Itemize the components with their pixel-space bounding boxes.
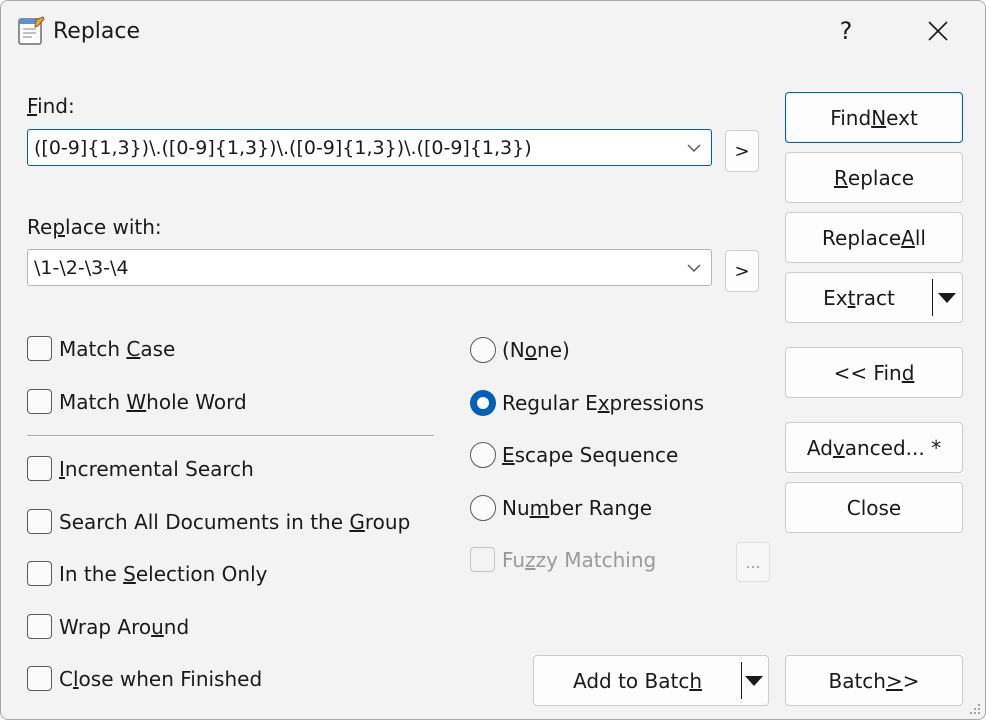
mode-escape-label: Escape Sequence xyxy=(502,443,679,467)
replace-dialog: Replace ? Find: > Replace with: > Find N… xyxy=(0,0,986,720)
radio-circle[interactable] xyxy=(470,337,496,363)
checkbox-box xyxy=(470,547,495,572)
mode-escape-radio[interactable]: Escape Sequence xyxy=(470,442,678,468)
match-whole-word-label: Match Whole Word xyxy=(59,389,247,414)
checkbox-box[interactable] xyxy=(27,561,52,586)
mode-number-range-radio[interactable]: Number Range xyxy=(470,495,652,521)
selection-only-label: In the Selection Only xyxy=(59,561,268,586)
mode-regex-label: Regular Expressions xyxy=(502,391,705,415)
extract-button[interactable]: Ex t ract xyxy=(786,273,932,322)
close-icon xyxy=(928,21,948,41)
help-button[interactable]: ? xyxy=(823,9,869,53)
checkbox-box[interactable] xyxy=(27,509,52,534)
radio-circle[interactable] xyxy=(470,442,496,468)
incremental-search-label: Incremental Search xyxy=(59,456,254,481)
match-case-label: Match Case xyxy=(59,336,176,361)
wrap-around-checkbox[interactable]: Wrap Around xyxy=(27,614,189,639)
search-all-documents-checkbox[interactable]: Search All Documents in the Group xyxy=(27,509,410,534)
search-all-documents-label: Search All Documents in the Group xyxy=(59,509,411,534)
batch-button[interactable]: Batch > > xyxy=(785,655,963,706)
checkbox-box[interactable] xyxy=(27,456,52,481)
options-divider xyxy=(27,435,434,437)
checkbox-box[interactable] xyxy=(27,389,52,414)
mode-regex-radio[interactable]: Regular Expressions xyxy=(470,390,704,416)
fuzzy-matching-checkbox: Fuzzy Matching xyxy=(470,547,656,572)
add-to-batch-dropdown-button[interactable] xyxy=(740,656,768,705)
match-case-checkbox[interactable]: Match Case xyxy=(27,336,175,361)
add-to-batch-split-button[interactable]: Add to Batc h xyxy=(533,655,769,706)
chevron-down-icon xyxy=(687,264,701,272)
triangle-down-icon xyxy=(937,292,956,303)
mode-number-range-label: Number Range xyxy=(502,496,653,520)
replace-all-button[interactable]: Replace All xyxy=(785,212,963,263)
replace-combobox[interactable] xyxy=(27,249,712,286)
checkbox-box[interactable] xyxy=(27,666,52,691)
advanced-button[interactable]: Ad v anced... * xyxy=(785,422,963,473)
find-combobox[interactable] xyxy=(27,129,712,166)
chevron-down-icon xyxy=(687,144,701,152)
dialog-title: Replace xyxy=(53,19,141,44)
wrap-around-label: Wrap Around xyxy=(59,614,190,639)
extract-dropdown-button[interactable] xyxy=(931,273,962,322)
find-back-button[interactable]: << Fin d xyxy=(785,347,963,398)
close-window-button[interactable] xyxy=(915,9,961,53)
checkbox-box[interactable] xyxy=(27,614,52,639)
match-whole-word-checkbox[interactable]: Match Whole Word xyxy=(27,389,247,414)
fuzzy-matching-label: Fuzzy Matching xyxy=(502,547,657,572)
find-next-button[interactable]: Find Next xyxy=(785,92,963,143)
triangle-down-icon xyxy=(745,675,763,686)
mode-none-label: (None) xyxy=(502,338,570,362)
radio-circle[interactable] xyxy=(470,495,496,521)
selection-only-checkbox[interactable]: In the Selection Only xyxy=(27,561,267,586)
close-button[interactable]: Close xyxy=(785,482,963,533)
notepad-app-icon xyxy=(18,16,45,45)
extract-split-button[interactable]: Ex t ract xyxy=(785,272,963,323)
add-to-batch-button[interactable]: Add to Batc h xyxy=(534,656,741,705)
find-dropdown-arrow[interactable] xyxy=(683,136,705,160)
replace-expand-button[interactable]: > xyxy=(725,250,759,292)
title-bar[interactable]: Replace ? xyxy=(1,1,985,61)
radio-circle-selected[interactable] xyxy=(470,390,496,416)
close-when-finished-label: Close when Finished xyxy=(59,666,263,691)
replace-dropdown-arrow[interactable] xyxy=(683,256,705,280)
replace-input[interactable] xyxy=(34,254,674,282)
find-expand-button[interactable]: > xyxy=(725,130,759,172)
find-label: Find: xyxy=(27,94,75,118)
incremental-search-checkbox[interactable]: Incremental Search xyxy=(27,456,254,481)
mode-none-radio[interactable]: (None) xyxy=(470,337,570,363)
fuzzy-settings-button: ... xyxy=(736,542,770,582)
close-when-finished-checkbox[interactable]: Close when Finished xyxy=(27,666,262,691)
resize-grip-icon[interactable] xyxy=(967,701,981,715)
replace-button[interactable]: Replace xyxy=(785,152,963,203)
find-input[interactable] xyxy=(34,134,674,162)
replace-with-label: Replace with: xyxy=(27,215,162,239)
checkbox-box[interactable] xyxy=(27,336,52,361)
